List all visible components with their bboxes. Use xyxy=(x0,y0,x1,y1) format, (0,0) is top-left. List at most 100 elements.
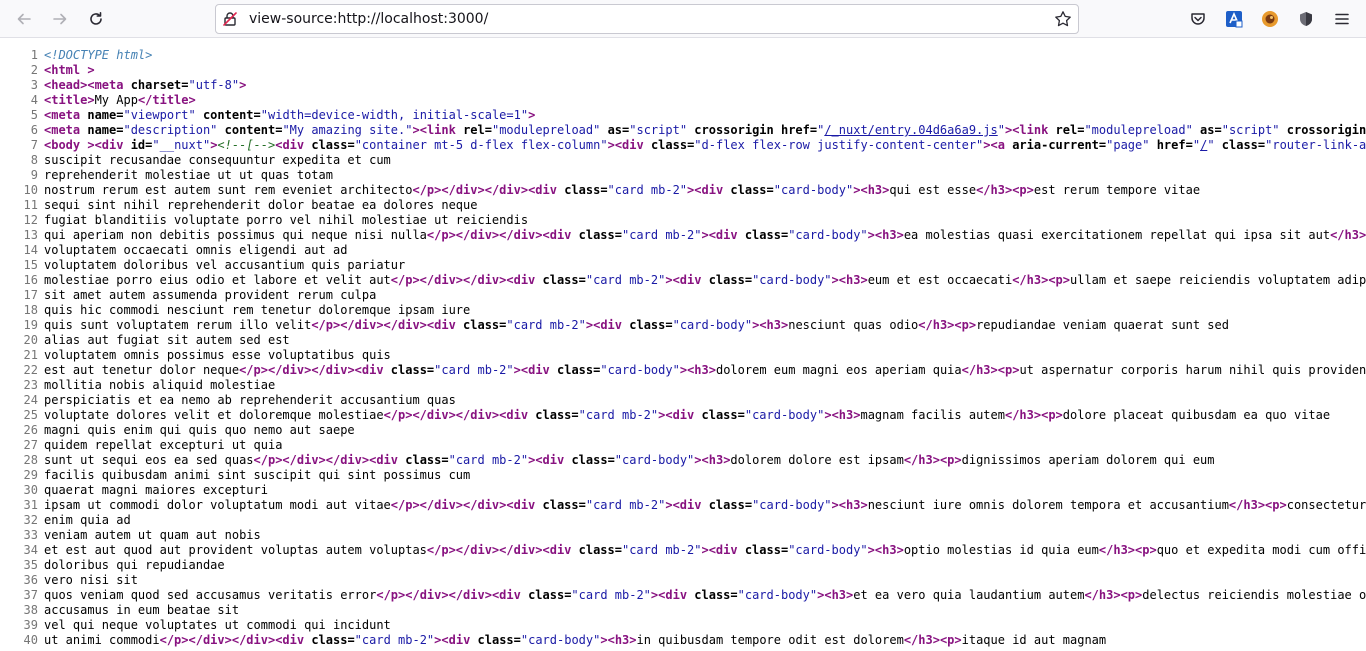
line-code: <html > xyxy=(44,63,95,78)
url-text[interactable]: view-source:http://localhost:3000/ xyxy=(249,11,488,27)
source-token: <meta xyxy=(44,123,81,137)
source-token: class= xyxy=(304,633,355,647)
source-token: sequi sint nihil reprehenderit dolor bea… xyxy=(44,198,478,212)
source-token: > xyxy=(600,633,608,647)
menu-button[interactable] xyxy=(1328,5,1356,33)
source-token: <h3> xyxy=(607,633,637,647)
source-token: > xyxy=(701,543,709,557)
source-token: suscipit recusandae consequuntur expedit… xyxy=(44,153,391,167)
forward-button[interactable] xyxy=(46,5,74,33)
account-button[interactable] xyxy=(1256,5,1284,33)
source-token: > xyxy=(701,228,709,242)
source-token: ut aspernatur corporis harum nihil quis … xyxy=(1019,363,1366,377)
source-token: <a xyxy=(990,138,1005,152)
line-code: voluptatem occaecati omnis eligendi aut … xyxy=(44,243,347,258)
line-number: 39 xyxy=(23,618,38,632)
source-token: <div xyxy=(491,588,521,602)
source-token: aria-current= xyxy=(1004,138,1107,152)
source-token: > xyxy=(528,108,536,122)
source-token: <p> xyxy=(939,633,962,647)
source-token: </h3> xyxy=(918,318,955,332)
source-token: " xyxy=(997,123,1005,137)
source-token: "modulepreload" xyxy=(1084,123,1193,137)
source-token: <div xyxy=(520,363,550,377)
source-token: <div xyxy=(506,273,536,287)
source-token: > xyxy=(665,273,673,287)
source-token: class= xyxy=(687,588,738,602)
source-token: "card-body" xyxy=(600,363,680,377)
forward-icon xyxy=(53,13,67,25)
source-token: class= xyxy=(398,453,449,467)
line-code: fugiat blanditiis voluptate porro vel ni… xyxy=(44,213,528,228)
line-code: reprehenderit molestiae ut ut quas totam xyxy=(44,168,333,183)
bookmark-star-icon[interactable] xyxy=(1054,10,1072,28)
source-token: <p> xyxy=(1135,543,1157,557)
source-token: <div xyxy=(506,498,536,512)
source-token: magnam facilis autem xyxy=(860,408,1005,422)
line-number: 17 xyxy=(23,288,38,302)
source-token: id= xyxy=(123,138,153,152)
line-code: doloribus qui repudiandae xyxy=(44,558,225,573)
line-number: 12 xyxy=(23,213,38,227)
source-token: <body xyxy=(44,138,81,152)
line-code: <!DOCTYPE html> xyxy=(44,48,152,63)
page-source[interactable]: 1 <!DOCTYPE html> 2 <html >3 <head><meta cha… xyxy=(0,47,1366,651)
insecure-lock-icon[interactable] xyxy=(222,11,238,27)
source-token: voluptatem doloribus vel accusantium qui… xyxy=(44,258,406,272)
source-token: as= xyxy=(600,123,630,137)
source-token: "My amazing site." xyxy=(282,123,413,137)
source-token: "card mb-2" xyxy=(621,543,702,557)
source-token: mollitia nobis aliquid molestiae xyxy=(44,378,276,392)
source-token: "card-body" xyxy=(614,453,695,467)
source-token: <p> xyxy=(1041,408,1063,422)
line-code: voluptatem omnis possimus esse voluptati… xyxy=(44,348,391,363)
source-token: content= xyxy=(195,108,261,122)
pocket-button[interactable] xyxy=(1184,5,1212,33)
source-token: <h3> xyxy=(838,273,868,287)
source-token: class= xyxy=(701,273,753,287)
extension-button[interactable] xyxy=(1220,5,1248,33)
source-token: itaque id aut magnam xyxy=(961,633,1107,647)
line-code: perspiciatis et ea nemo ab reprehenderit… xyxy=(44,393,456,408)
source-token: "card-body" xyxy=(788,228,868,242)
line-code: est aut tenetur dolor neque</p></div></d… xyxy=(44,363,1366,378)
line-number: 32 xyxy=(23,513,38,527)
source-token: > xyxy=(665,498,673,512)
source-token: <h3> xyxy=(874,543,904,557)
source-link[interactable]: /_nuxt/entry.04d6a6a9.js xyxy=(824,123,997,137)
source-token: "card-body" xyxy=(520,633,601,647)
source-token: <div xyxy=(426,318,456,332)
line-number: 19 xyxy=(23,318,38,332)
source-token: <div xyxy=(672,273,702,287)
source-token: <p> xyxy=(1048,273,1070,287)
line-number: 36 xyxy=(23,573,38,587)
source-token: </p></div></div> xyxy=(426,228,543,242)
source-token: est rerum tempore vitae xyxy=(1033,183,1201,197)
line-code: veniam autem ut quam aut nobis xyxy=(44,528,261,543)
source-token: </h3> xyxy=(1004,408,1042,422)
source-token: </h3> xyxy=(976,183,1013,197)
line-code: sunt ut sequi eos ea sed quas</p></div><… xyxy=(44,453,1215,468)
source-token: <div xyxy=(94,138,124,152)
source-token: <div xyxy=(694,183,724,197)
source-token: <div xyxy=(658,588,688,602)
shield-button[interactable] xyxy=(1292,5,1320,33)
line-number: 34 xyxy=(23,543,38,557)
back-button[interactable] xyxy=(10,5,38,33)
source-token: "card-body" xyxy=(744,408,825,422)
source-token: <p> xyxy=(1120,588,1143,602)
address-bar[interactable]: view-source:http://localhost:3000/ xyxy=(215,4,1079,34)
source-token: name= xyxy=(80,123,124,137)
reload-button[interactable] xyxy=(82,5,110,33)
source-token: > xyxy=(694,453,702,467)
line-number: 1 xyxy=(30,48,38,62)
source-token: quaerat magni maiores excepturi xyxy=(44,483,268,497)
source-token: > xyxy=(824,408,832,422)
source-token: "description" xyxy=(123,123,218,137)
source-token: href= xyxy=(1149,138,1193,152)
source-token: class= xyxy=(304,138,355,152)
source-token: "card mb-2" xyxy=(578,408,659,422)
line-code: molestiae porro eius odio et labore et v… xyxy=(44,273,1366,288)
line-code: et est aut quod aut provident voluptas a… xyxy=(44,543,1366,558)
source-token: </p></div></div> xyxy=(390,498,507,512)
